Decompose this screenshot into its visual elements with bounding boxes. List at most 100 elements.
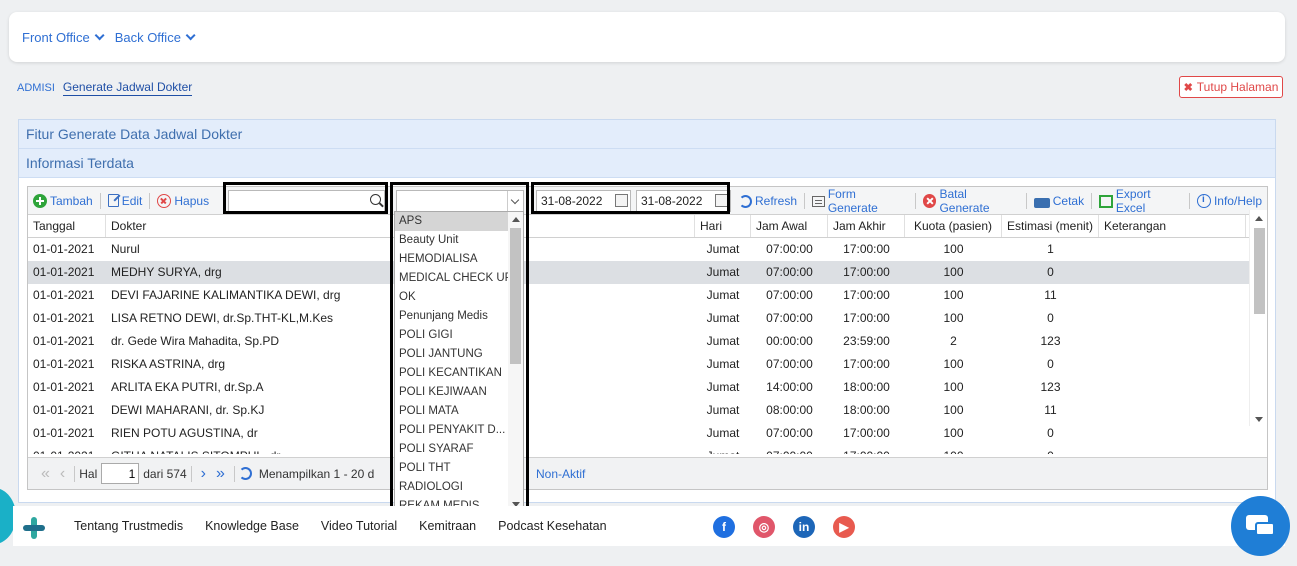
- dropdown-option[interactable]: POLI PENYAKIT D...: [395, 421, 509, 440]
- calendar-icon[interactable]: [615, 194, 628, 207]
- table-row[interactable]: 01-01-2021 RIEN POTU AGUSTINA, dr Jumat 07:…: [28, 422, 1267, 445]
- dropdown-option[interactable]: MEDICAL CHECK UP: [395, 269, 509, 288]
- edit-button[interactable]: Edit: [103, 190, 148, 212]
- date-to-input[interactable]: 31-08-2022: [636, 190, 731, 212]
- dropdown-option[interactable]: POLI GIGI: [395, 326, 509, 345]
- table-row[interactable]: 01-01-2021 MEDHY SURYA, drg Jumat 07:00:00 1…: [28, 261, 1267, 284]
- table-row[interactable]: 01-01-2021GITHA NATALIS SITOMPUL, drJuma…: [28, 445, 1267, 454]
- menu-back-office[interactable]: Back Office: [115, 30, 196, 45]
- page-number-input[interactable]: [101, 463, 140, 484]
- refresh-button[interactable]: Refresh: [734, 190, 802, 212]
- footer-link[interactable]: Podcast Kesehatan: [498, 519, 606, 533]
- scroll-up-arrow[interactable]: [1255, 216, 1263, 221]
- table-row[interactable]: 01-01-2021 DEVI FAJARINE KALIMANTIKA DEWI…: [28, 284, 1267, 307]
- table-cell: 01-01-2021: [33, 403, 95, 417]
- dropdown-option[interactable]: APS: [395, 212, 509, 231]
- dropdown-option[interactable]: POLI SYARAF: [395, 440, 509, 459]
- scroll-down-arrow[interactable]: [1255, 417, 1263, 422]
- footer-link[interactable]: Tentang Trustmedis: [74, 519, 183, 533]
- table-cell: 100: [943, 403, 964, 417]
- search-icon[interactable]: [370, 194, 381, 205]
- table-cell: 17:00:00: [843, 426, 890, 440]
- next-page-icon[interactable]: ›: [201, 465, 206, 483]
- first-page-icon[interactable]: «: [41, 465, 50, 483]
- toolbar-divider: [149, 192, 151, 209]
- calendar-icon[interactable]: [715, 194, 728, 207]
- scroll-thumb[interactable]: [1254, 228, 1265, 314]
- scroll-up-arrow[interactable]: [512, 217, 520, 222]
- unit-select[interactable]: [396, 190, 524, 212]
- table-cell: 07:00:00: [766, 311, 813, 325]
- dropdown-option[interactable]: Penunjang Medis: [395, 307, 509, 326]
- panel-subtitle: Informasi Terdata: [19, 149, 1275, 178]
- facebook-icon[interactable]: f: [713, 516, 735, 538]
- cancel-generate-button[interactable]: Batal Generate: [918, 187, 1024, 215]
- table-scrollbar[interactable]: [1249, 210, 1267, 426]
- dropdown-scrollbar[interactable]: [508, 212, 523, 512]
- breadcrumb-root[interactable]: ADMISI: [17, 82, 55, 94]
- main-panel: Fitur Generate Data Jadwal Dokter Inform…: [18, 119, 1276, 503]
- export-excel-button[interactable]: Export Excel: [1094, 187, 1187, 215]
- prev-page-icon[interactable]: ‹: [60, 465, 65, 483]
- column-header[interactable]: Jam Akhir: [828, 215, 905, 237]
- panel-title: Fitur Generate Data Jadwal Dokter: [19, 120, 1275, 149]
- youtube-icon[interactable]: ▶: [833, 516, 855, 538]
- trustmedis-logo: [23, 517, 45, 539]
- table-cell: 100: [943, 242, 964, 256]
- table-cell: Jumat: [706, 380, 740, 394]
- dropdown-option[interactable]: OK: [395, 288, 509, 307]
- table-row[interactable]: 01-01-2021 DEWI MAHARANI, dr. Sp.KJ Jumat 0…: [28, 399, 1267, 422]
- dropdown-option[interactable]: RADIOLOGI: [395, 478, 509, 497]
- form-generate-button[interactable]: Form Generate: [807, 187, 913, 215]
- chevron-down-icon[interactable]: [507, 191, 523, 211]
- column-header[interactable]: Jam Awal: [751, 215, 828, 237]
- info-help-button[interactable]: Info/Help: [1192, 190, 1267, 212]
- column-header[interactable]: Estimasi (menit): [1002, 215, 1099, 237]
- column-header[interactable]: Hari: [695, 215, 751, 237]
- date-from-input[interactable]: 31-08-2022: [536, 190, 631, 212]
- table-cell: 17:00:00: [843, 242, 890, 256]
- table-row[interactable]: 01-01-2021 ARLITA EKA PUTRI, dr.Sp.A Jumat…: [28, 376, 1267, 399]
- menu-front-office[interactable]: Front Office: [22, 30, 105, 45]
- dropdown-option[interactable]: POLI THT: [395, 459, 509, 478]
- footer-link[interactable]: Knowledge Base: [205, 519, 299, 533]
- column-header[interactable]: Tanggal: [28, 215, 106, 237]
- table-row[interactable]: 01-01-2021 dr. Gede Wira Mahadita, Sp.PD J…: [28, 330, 1267, 353]
- toolbar-divider: [804, 193, 806, 209]
- dropdown-option[interactable]: HEMODIALISA: [395, 250, 509, 269]
- add-button[interactable]: Tambah: [28, 190, 98, 212]
- chat-button[interactable]: [1231, 496, 1290, 556]
- footer-link[interactable]: Kemitraan: [419, 519, 476, 533]
- instagram-icon[interactable]: ◎: [753, 516, 775, 538]
- dropdown-option[interactable]: Beauty Unit: [395, 231, 509, 250]
- dropdown-option[interactable]: POLI MATA: [395, 402, 509, 421]
- scroll-thumb[interactable]: [510, 228, 521, 364]
- last-page-icon[interactable]: »: [216, 465, 225, 483]
- nonaktif-label[interactable]: Non-Aktif: [536, 467, 585, 481]
- dropdown-option[interactable]: POLI JANTUNG: [395, 345, 509, 364]
- table-cell: 100: [943, 265, 964, 279]
- delete-button[interactable]: Hapus: [152, 190, 214, 212]
- table-row[interactable]: 01-01-2021 LISA RETNO DEWI, dr.Sp.THT-KL,…: [28, 307, 1267, 330]
- table-cell: [1099, 376, 1246, 399]
- print-button[interactable]: Cetak: [1029, 190, 1089, 212]
- refresh-icon[interactable]: [238, 467, 252, 480]
- footer-link[interactable]: Video Tutorial: [321, 519, 397, 533]
- column-header[interactable]: Keterangan: [1099, 215, 1246, 237]
- linkedin-icon[interactable]: in: [793, 516, 815, 538]
- table-row[interactable]: 01-01-2021 Nurul Jumat 07:00:00 17:00:00 100 1: [28, 238, 1267, 261]
- toolbar-divider: [1091, 193, 1093, 209]
- toolbar-actions: Refresh Form Generate Batal Generate Cet…: [734, 187, 1267, 215]
- close-page-button[interactable]: ✖ Tutup Halaman: [1179, 76, 1283, 98]
- dropdown-option[interactable]: POLI KECANTIKAN: [395, 364, 509, 383]
- table-cell: 11: [1044, 288, 1057, 302]
- dropdown-option[interactable]: POLI KEJIWAAN: [395, 383, 509, 402]
- column-header[interactable]: Kuota (pasien): [905, 215, 1002, 237]
- table-cell: [1099, 399, 1246, 422]
- search-input[interactable]: [228, 190, 385, 212]
- table-cell: [1099, 353, 1246, 376]
- breadcrumb-tab[interactable]: Generate Jadwal Dokter: [62, 80, 193, 96]
- table-row[interactable]: 01-01-2021 RISKA ASTRINA, drg Jumat 07:00:0…: [28, 353, 1267, 376]
- table-cell: Jumat: [706, 426, 740, 440]
- table-cell: [1099, 238, 1246, 261]
